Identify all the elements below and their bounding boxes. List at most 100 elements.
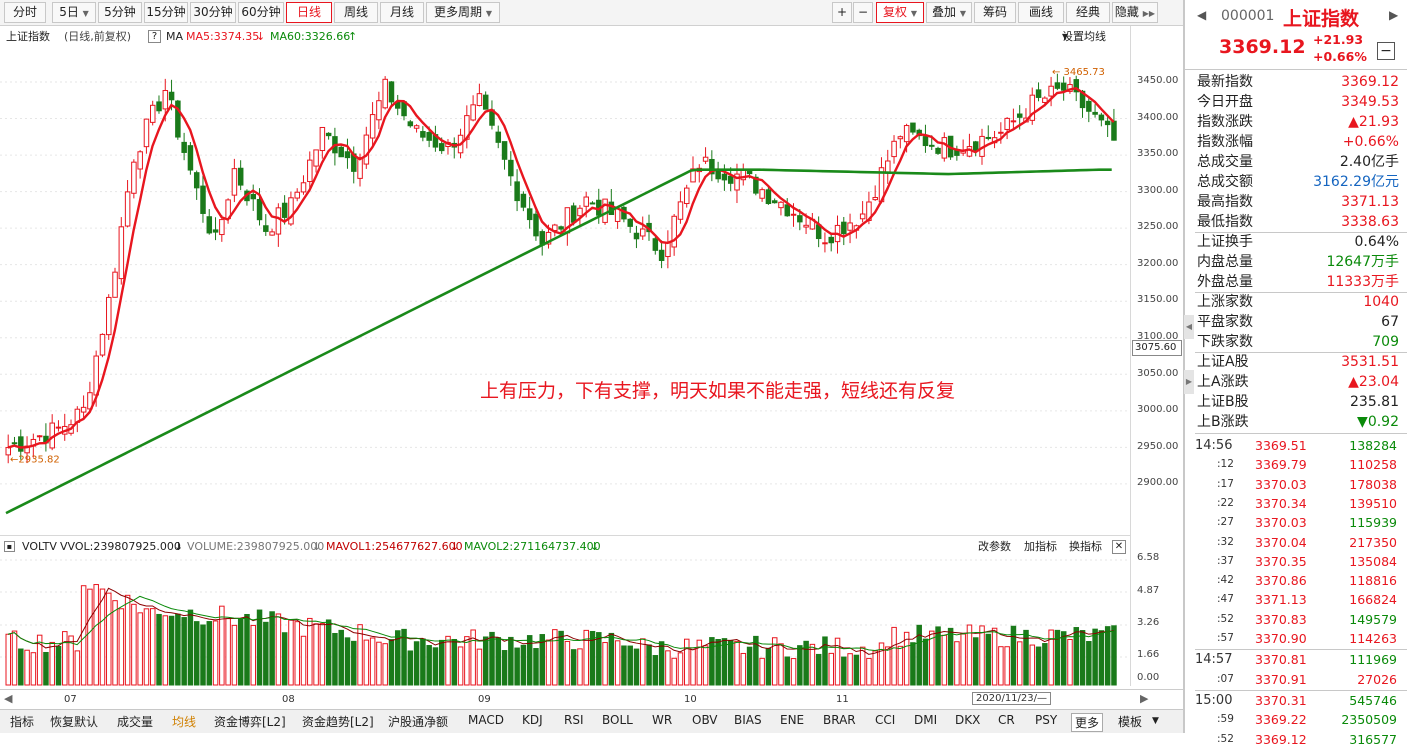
- tab-more-periods[interactable]: 更多周期 ▼: [426, 2, 500, 23]
- stat-value: 3371.13: [1341, 194, 1399, 210]
- indicator-tab[interactable]: BIAS: [734, 713, 762, 727]
- stat-row: 上证B股 235.81: [1197, 392, 1407, 412]
- candle-body: [55, 426, 62, 429]
- more-indicators-button[interactable]: 更多: [1071, 713, 1104, 732]
- tick-price: 3370.03: [1255, 515, 1307, 531]
- volume-bar: [369, 637, 376, 686]
- next-stock-icon[interactable]: ▶: [1389, 8, 1398, 22]
- hide-button[interactable]: 隐藏 ▶▶: [1112, 2, 1158, 23]
- candle-body: [1016, 113, 1023, 118]
- adjust-button[interactable]: 复权 ▼: [876, 2, 924, 23]
- close-icon[interactable]: ✕: [1112, 540, 1126, 554]
- volume-bar: [445, 635, 451, 686]
- indicator-tab[interactable]: 成交量: [117, 713, 153, 730]
- indicator-tab[interactable]: 资金博弈[L2]: [214, 713, 286, 730]
- chips-button[interactable]: 筹码: [974, 2, 1016, 23]
- indicator-tab[interactable]: CCI: [875, 713, 895, 727]
- indicator-tab[interactable]: ENE: [780, 713, 804, 727]
- volume-bar: [640, 638, 646, 686]
- volume-bar: [778, 643, 784, 686]
- edit-params-button[interactable]: 改参数: [978, 536, 1011, 558]
- candle-body: [778, 201, 784, 209]
- side-expand-icon[interactable]: ▶: [1184, 370, 1194, 394]
- template-button[interactable]: 模板: [1118, 713, 1142, 730]
- zoom-out-button[interactable]: −: [853, 2, 873, 23]
- tab-5min[interactable]: 5分钟: [98, 2, 142, 23]
- tab-5day[interactable]: 5日 ▼: [52, 2, 96, 23]
- tick-time: :57: [1217, 632, 1234, 644]
- tab-30min[interactable]: 30分钟: [190, 2, 236, 23]
- volume-bar: [891, 626, 897, 686]
- indicator-tab[interactable]: RSI: [564, 713, 584, 727]
- zoom-in-button[interactable]: +: [832, 2, 852, 23]
- classic-button[interactable]: 经典: [1066, 2, 1110, 23]
- tab-60min[interactable]: 60分钟: [238, 2, 284, 23]
- volume-bar: [93, 584, 99, 686]
- scroll-right-icon[interactable]: ▶: [1140, 692, 1148, 705]
- tick-time: :27: [1217, 516, 1234, 529]
- volume-bars: [0, 559, 1130, 686]
- tab-monthly[interactable]: 月线: [380, 2, 424, 23]
- add-indicator-button[interactable]: 加指标: [1024, 536, 1057, 558]
- tick-time: :42: [1217, 574, 1234, 587]
- volume-chart[interactable]: [0, 557, 1130, 687]
- candle-body: [891, 140, 897, 158]
- indicator-tab[interactable]: WR: [652, 713, 672, 727]
- indicator-tab[interactable]: CR: [998, 713, 1015, 727]
- tab-intraday[interactable]: 分时: [4, 2, 46, 23]
- indicator-tab[interactable]: 均线: [172, 713, 196, 730]
- candle-body: [1104, 120, 1111, 126]
- volume-bar: [828, 652, 835, 686]
- price-change-pct: +0.66%: [1313, 49, 1367, 64]
- stat-value: ▲23.04: [1348, 374, 1399, 390]
- side-collapse-icon[interactable]: ◀: [1184, 315, 1194, 339]
- candle-body: [841, 221, 847, 235]
- overlay-button[interactable]: 叠加 ▼: [926, 2, 972, 23]
- indicator-tab[interactable]: BOLL: [602, 713, 633, 727]
- prev-stock-icon[interactable]: ◀: [1197, 8, 1206, 22]
- candle-body: [859, 213, 866, 220]
- price-chart[interactable]: ← 3465.73 ←2935.82: [0, 48, 1130, 534]
- tab-15min[interactable]: 15分钟: [144, 2, 188, 23]
- ma-label: MA: [166, 30, 184, 43]
- indicator-tab[interactable]: OBV: [692, 713, 718, 727]
- minimize-icon[interactable]: −: [1377, 42, 1395, 60]
- candle-body: [671, 215, 677, 248]
- volume-bar: [43, 651, 49, 686]
- volume-bar: [1060, 631, 1067, 686]
- candle-body: [803, 224, 809, 228]
- scroll-left-icon[interactable]: ◀: [4, 692, 12, 705]
- indicator-tab[interactable]: MACD: [468, 713, 504, 727]
- indicator-tab[interactable]: 资金趋势[L2]: [302, 713, 374, 730]
- indicator-tab[interactable]: DKX: [955, 713, 980, 727]
- volume-bar: [960, 633, 966, 686]
- period-toolbar: 分时 5日 ▼ 5分钟 15分钟 30分钟 60分钟 日线 周线 月线 更多周期…: [0, 0, 1183, 26]
- candle-body: [1098, 114, 1105, 121]
- volume-bar: [1067, 639, 1073, 686]
- help-icon[interactable]: ?: [148, 30, 161, 43]
- candle-body: [658, 249, 665, 261]
- candle-body: [520, 193, 527, 208]
- candle-body: [99, 333, 106, 356]
- indicator-tab[interactable]: PSY: [1035, 713, 1057, 727]
- volume-bar: [709, 637, 715, 686]
- volume-bar: [62, 631, 68, 686]
- indicator-tab[interactable]: BRAR: [823, 713, 856, 727]
- draw-line-button[interactable]: 画线: [1018, 2, 1064, 23]
- tick-label: 3400.00: [1137, 112, 1179, 123]
- candle-body: [413, 125, 420, 129]
- indicator-tab[interactable]: KDJ: [522, 713, 543, 727]
- candle-body: [325, 132, 332, 137]
- volume-bar: [344, 637, 351, 686]
- indicator-tab[interactable]: 指标: [10, 713, 34, 730]
- candle-body: [998, 131, 1004, 134]
- collapse-icon[interactable]: ▪: [4, 541, 15, 552]
- switch-indicator-button[interactable]: 换指标: [1069, 536, 1102, 558]
- candle-body: [935, 147, 941, 154]
- tab-daily[interactable]: 日线: [286, 2, 332, 23]
- tick-price: 3369.22: [1255, 712, 1307, 728]
- tab-weekly[interactable]: 周线: [334, 2, 378, 23]
- indicator-tab[interactable]: 沪股通净额: [388, 713, 448, 730]
- indicator-tab[interactable]: DMI: [914, 713, 937, 727]
- indicator-tab[interactable]: 恢复默认: [50, 713, 98, 730]
